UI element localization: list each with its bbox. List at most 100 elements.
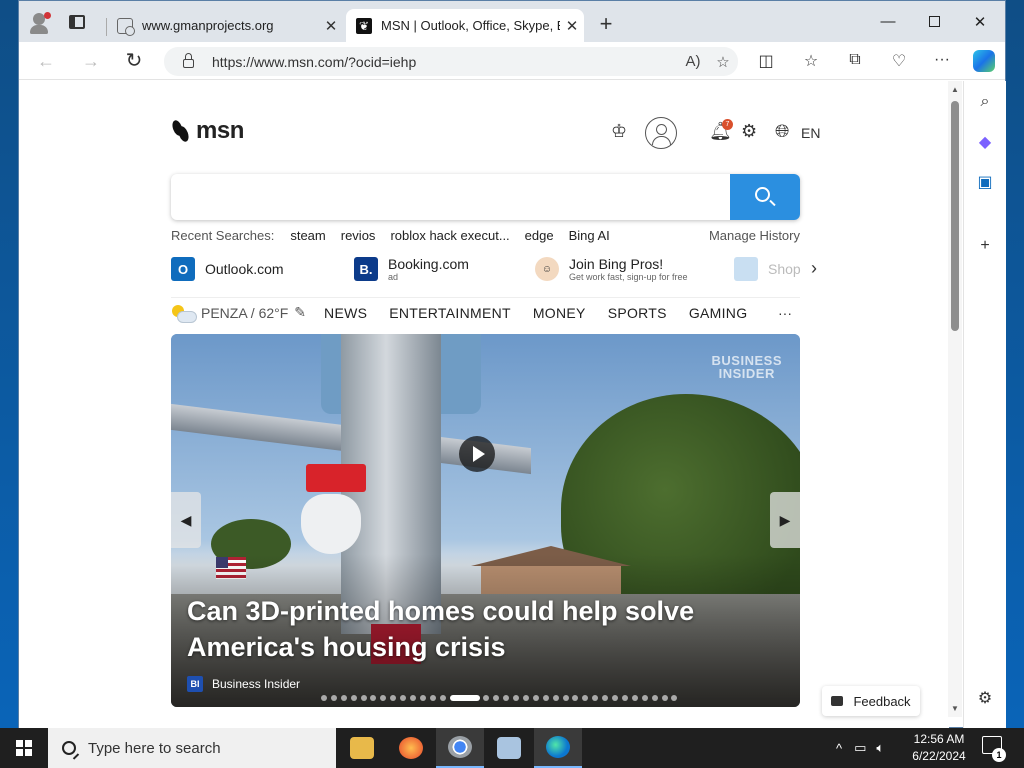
nav-gaming[interactable]: GAMING <box>689 305 748 321</box>
carousel-dot[interactable] <box>671 695 678 701</box>
profile-button[interactable] <box>25 9 53 35</box>
recent-search-item[interactable]: Bing AI <box>569 228 610 243</box>
carousel-dot[interactable] <box>562 695 569 701</box>
favorite-star-icon[interactable]: ☆ <box>708 53 738 71</box>
more-menu-icon[interactable]: ··· <box>930 51 954 71</box>
carousel-dot[interactable] <box>661 695 668 701</box>
back-button[interactable]: ← <box>32 48 60 74</box>
quick-link-bing-pros[interactable]: ☺ Join Bing Pros! Get work fast, sign-up … <box>535 253 688 285</box>
split-screen-icon[interactable]: ◫ <box>754 51 778 71</box>
carousel-next-button[interactable]: ▶ <box>770 492 800 548</box>
language-selector[interactable]: EN <box>801 125 820 141</box>
rewards-trophy-icon[interactable]: ♔ <box>611 121 627 142</box>
settings-gear-icon[interactable]: ⚙ <box>741 121 757 142</box>
carousel-dot[interactable] <box>503 695 510 701</box>
nav-money[interactable]: MONEY <box>533 305 586 321</box>
carousel-dot[interactable] <box>449 695 480 701</box>
maximize-button[interactable] <box>911 1 957 42</box>
carousel-dot[interactable] <box>621 695 628 701</box>
url-text[interactable]: https://www.msn.com/?ocid=iehp <box>212 54 678 70</box>
network-icon[interactable]: ▭ <box>854 740 866 756</box>
carousel-dot[interactable] <box>483 695 490 701</box>
recent-search-item[interactable]: steam <box>290 228 325 243</box>
carousel-dot[interactable] <box>330 695 337 701</box>
globe-icon[interactable]: 🌐︎ <box>775 121 789 142</box>
scroll-down-icon[interactable]: ▼ <box>948 704 962 713</box>
recent-search-item[interactable]: revios <box>341 228 376 243</box>
carousel-dot[interactable] <box>602 695 609 701</box>
feedback-button[interactable]: Feedback <box>822 686 920 716</box>
carousel-dot[interactable] <box>532 695 539 701</box>
nav-entertainment[interactable]: ENTERTAINMENT <box>389 305 511 321</box>
copilot-icon[interactable] <box>973 50 995 72</box>
carousel-prev-button[interactable]: ◀ <box>171 492 201 548</box>
carousel-dot[interactable] <box>592 695 599 701</box>
edge-app[interactable] <box>534 728 582 768</box>
carousel-dot[interactable] <box>513 695 520 701</box>
lock-icon[interactable] <box>183 53 194 68</box>
carousel-dot[interactable] <box>400 695 407 701</box>
nav-sports[interactable]: SPORTS <box>608 305 667 321</box>
carousel-dot[interactable] <box>321 695 327 701</box>
scroll-up-icon[interactable]: ▲ <box>948 85 962 94</box>
carousel-dot[interactable] <box>542 695 549 701</box>
recent-search-item[interactable]: edge <box>525 228 554 243</box>
more-categories-icon[interactable]: ··· <box>778 305 792 321</box>
hero-source[interactable]: BI Business Insider <box>187 676 300 692</box>
search-input[interactable] <box>171 174 730 220</box>
recent-search-item[interactable]: roblox hack execut... <box>390 228 509 243</box>
hero-carousel[interactable]: BUSINESS INSIDER ◀ ▶ Can 3D-printed home… <box>171 334 800 707</box>
carousel-dot[interactable] <box>651 695 658 701</box>
carousel-dot[interactable] <box>493 695 500 701</box>
carousel-dot[interactable] <box>439 695 446 701</box>
edit-pencil-icon[interactable]: ✎ <box>294 304 306 321</box>
volume-muted-icon[interactable]: 🔈︎ <box>876 740 884 756</box>
carousel-dot[interactable] <box>641 695 648 701</box>
tab-msn[interactable]: ❦ MSN | Outlook, Office, Skype, Bing ✕ <box>346 9 584 42</box>
favorites-icon[interactable]: ☆ <box>799 51 823 71</box>
read-aloud-icon[interactable]: A) <box>678 53 708 70</box>
carousel-dot[interactable] <box>390 695 397 701</box>
close-tab-icon[interactable]: ✕ <box>560 17 584 35</box>
carousel-dot[interactable] <box>410 695 417 701</box>
carousel-dot[interactable] <box>552 695 559 701</box>
carousel-dot[interactable] <box>370 695 377 701</box>
play-video-icon[interactable] <box>459 436 495 472</box>
address-bar[interactable]: https://www.msn.com/?ocid=iehp A) ☆ <box>164 47 738 76</box>
tab-actions-icon[interactable] <box>69 15 85 29</box>
carousel-dot[interactable] <box>523 695 530 701</box>
sign-in-avatar-icon[interactable] <box>645 117 677 149</box>
taskbar-search[interactable]: Type here to search <box>48 728 336 768</box>
carousel-dot[interactable] <box>340 695 347 701</box>
scrollbar-thumb[interactable] <box>951 101 959 331</box>
nav-news[interactable]: NEWS <box>324 305 367 321</box>
quick-link-outlook[interactable]: O Outlook.com <box>171 253 284 285</box>
carousel-dot[interactable] <box>419 695 426 701</box>
quick-link-booking[interactable]: B. Booking.com ad <box>354 253 469 285</box>
start-button[interactable] <box>0 728 48 768</box>
weather-widget[interactable]: PENZA / 62°F ✎ <box>171 304 306 323</box>
chevron-right-icon[interactable]: › <box>811 258 817 279</box>
tab-gmanprojects[interactable]: www.gmanprojects.org ✕ <box>107 9 343 42</box>
clock[interactable]: 12:56 AM 6/22/2024 <box>904 731 974 765</box>
collections-icon[interactable]: ⧉ <box>843 51 867 71</box>
close-window-button[interactable]: ✕ <box>957 1 1003 42</box>
carousel-dot[interactable] <box>631 695 638 701</box>
browser-essentials-icon[interactable]: ♡ <box>887 51 911 71</box>
carousel-dot[interactable] <box>350 695 357 701</box>
minimize-button[interactable]: — <box>865 1 911 42</box>
search-icon[interactable]: ⌕ <box>974 91 996 113</box>
chevron-up-icon[interactable]: ^ <box>836 741 842 756</box>
carousel-dot[interactable] <box>429 695 436 701</box>
app-window[interactable] <box>485 728 533 768</box>
firefox-app[interactable] <box>387 728 435 768</box>
add-icon[interactable]: + <box>974 235 996 257</box>
file-explorer-app[interactable] <box>338 728 386 768</box>
outlook-icon[interactable]: ▣ <box>974 171 996 193</box>
carousel-dot[interactable] <box>380 695 387 701</box>
msn-logo[interactable]: msn <box>170 117 244 145</box>
quick-link-shop[interactable]: Shop <box>734 253 801 285</box>
manage-history-link[interactable]: Manage History <box>709 228 800 243</box>
refresh-button[interactable]: ↻ <box>120 48 148 74</box>
close-tab-icon[interactable]: ✕ <box>319 17 343 35</box>
